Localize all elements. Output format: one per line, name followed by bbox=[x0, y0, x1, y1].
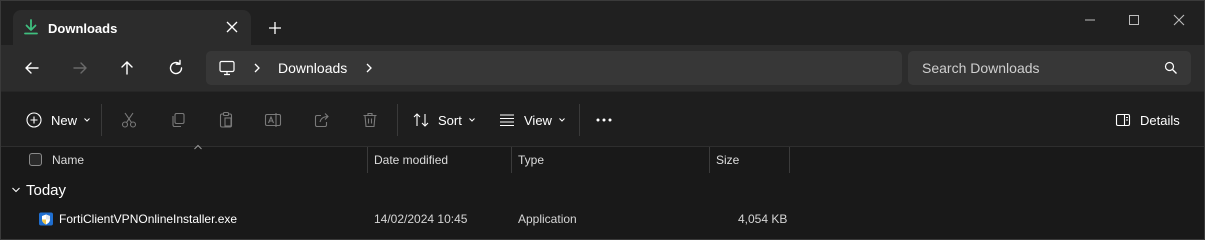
trash-icon bbox=[363, 112, 377, 128]
delete-button[interactable] bbox=[361, 92, 379, 148]
back-arrow-icon[interactable] bbox=[22, 58, 42, 78]
new-button[interactable]: New bbox=[25, 92, 91, 148]
divider bbox=[101, 104, 102, 136]
scissors-icon bbox=[121, 112, 137, 128]
select-all-checkbox[interactable] bbox=[29, 153, 42, 166]
computer-icon[interactable] bbox=[218, 59, 236, 77]
column-divider[interactable] bbox=[367, 147, 368, 173]
installer-shield-icon bbox=[39, 212, 53, 226]
up-arrow-icon[interactable] bbox=[117, 58, 137, 78]
navigation-bar: Downloads Search Downloads bbox=[1, 45, 1204, 91]
chevron-down-icon bbox=[84, 118, 90, 122]
new-label: New bbox=[51, 112, 78, 128]
share-icon bbox=[314, 113, 329, 128]
column-date-modified[interactable]: Date modified bbox=[374, 153, 448, 167]
tab-title: Downloads bbox=[48, 21, 118, 36]
command-bar: New Sort View Details bbox=[1, 91, 1204, 147]
file-size: 4,054 KB bbox=[738, 212, 788, 226]
tab-downloads[interactable]: Downloads bbox=[13, 10, 251, 45]
refresh-icon[interactable] bbox=[166, 58, 186, 78]
column-divider[interactable] bbox=[789, 147, 790, 173]
view-button[interactable]: View bbox=[498, 92, 566, 148]
sort-label: Sort bbox=[438, 112, 462, 128]
search-icon[interactable] bbox=[1164, 61, 1178, 75]
file-explorer-window: Downloads Downloads Search Downloads New… bbox=[0, 0, 1205, 240]
column-size[interactable]: Size bbox=[716, 153, 739, 167]
file-date-modified: 14/02/2024 10:45 bbox=[374, 212, 468, 226]
share-button[interactable] bbox=[313, 92, 331, 148]
copy-button[interactable] bbox=[169, 92, 187, 148]
table-row[interactable]: FortiClientVPNOnlineInstaller.exe 14/02/… bbox=[1, 207, 1204, 231]
cut-button[interactable] bbox=[120, 92, 138, 148]
rename-icon bbox=[264, 113, 282, 127]
column-divider[interactable] bbox=[511, 147, 512, 173]
column-headers: Name Date modified Type Size bbox=[1, 144, 1204, 173]
column-name[interactable]: Name bbox=[52, 153, 84, 167]
close-tab-icon[interactable] bbox=[223, 18, 241, 36]
maximize-icon[interactable] bbox=[1125, 11, 1143, 29]
rename-button[interactable] bbox=[264, 92, 282, 148]
paste-button[interactable] bbox=[217, 92, 235, 148]
minimize-icon[interactable] bbox=[1081, 11, 1099, 29]
chevron-down-icon[interactable] bbox=[11, 185, 21, 195]
plus-circle-icon bbox=[26, 112, 42, 128]
file-type: Application bbox=[518, 212, 577, 226]
sort-ascending-icon bbox=[194, 144, 202, 150]
more-icon bbox=[596, 118, 612, 122]
group-label: Today bbox=[26, 182, 67, 199]
search-input[interactable]: Search Downloads bbox=[922, 60, 1040, 76]
close-window-icon[interactable] bbox=[1170, 11, 1188, 29]
file-name[interactable]: FortiClientVPNOnlineInstaller.exe bbox=[59, 212, 237, 226]
chevron-down-icon bbox=[468, 118, 475, 122]
forward-arrow-icon[interactable] bbox=[70, 58, 90, 78]
details-label: Details bbox=[1140, 112, 1180, 128]
sort-button[interactable]: Sort bbox=[412, 92, 476, 148]
view-list-icon bbox=[500, 114, 514, 127]
search-box[interactable]: Search Downloads bbox=[908, 51, 1191, 85]
chevron-down-icon bbox=[559, 118, 565, 122]
group-header-today[interactable]: Today bbox=[1, 179, 401, 201]
column-type[interactable]: Type bbox=[518, 153, 544, 167]
divider bbox=[397, 104, 398, 136]
chevron-right-icon[interactable] bbox=[363, 62, 375, 74]
details-pane-icon bbox=[1115, 113, 1131, 127]
download-icon bbox=[24, 19, 38, 35]
breadcrumb-downloads[interactable]: Downloads bbox=[278, 60, 347, 76]
clipboard-icon bbox=[219, 111, 233, 128]
copy-icon bbox=[172, 112, 185, 128]
address-bar[interactable]: Downloads bbox=[206, 51, 902, 85]
column-divider[interactable] bbox=[709, 147, 710, 173]
title-bar: Downloads bbox=[1, 1, 1204, 45]
view-label: View bbox=[524, 112, 552, 128]
divider bbox=[579, 104, 580, 136]
details-button[interactable]: Details bbox=[1115, 92, 1180, 148]
chevron-right-icon[interactable] bbox=[251, 62, 263, 74]
more-options-button[interactable] bbox=[595, 92, 613, 148]
sort-icon bbox=[413, 113, 429, 127]
new-tab-icon[interactable] bbox=[266, 19, 284, 37]
